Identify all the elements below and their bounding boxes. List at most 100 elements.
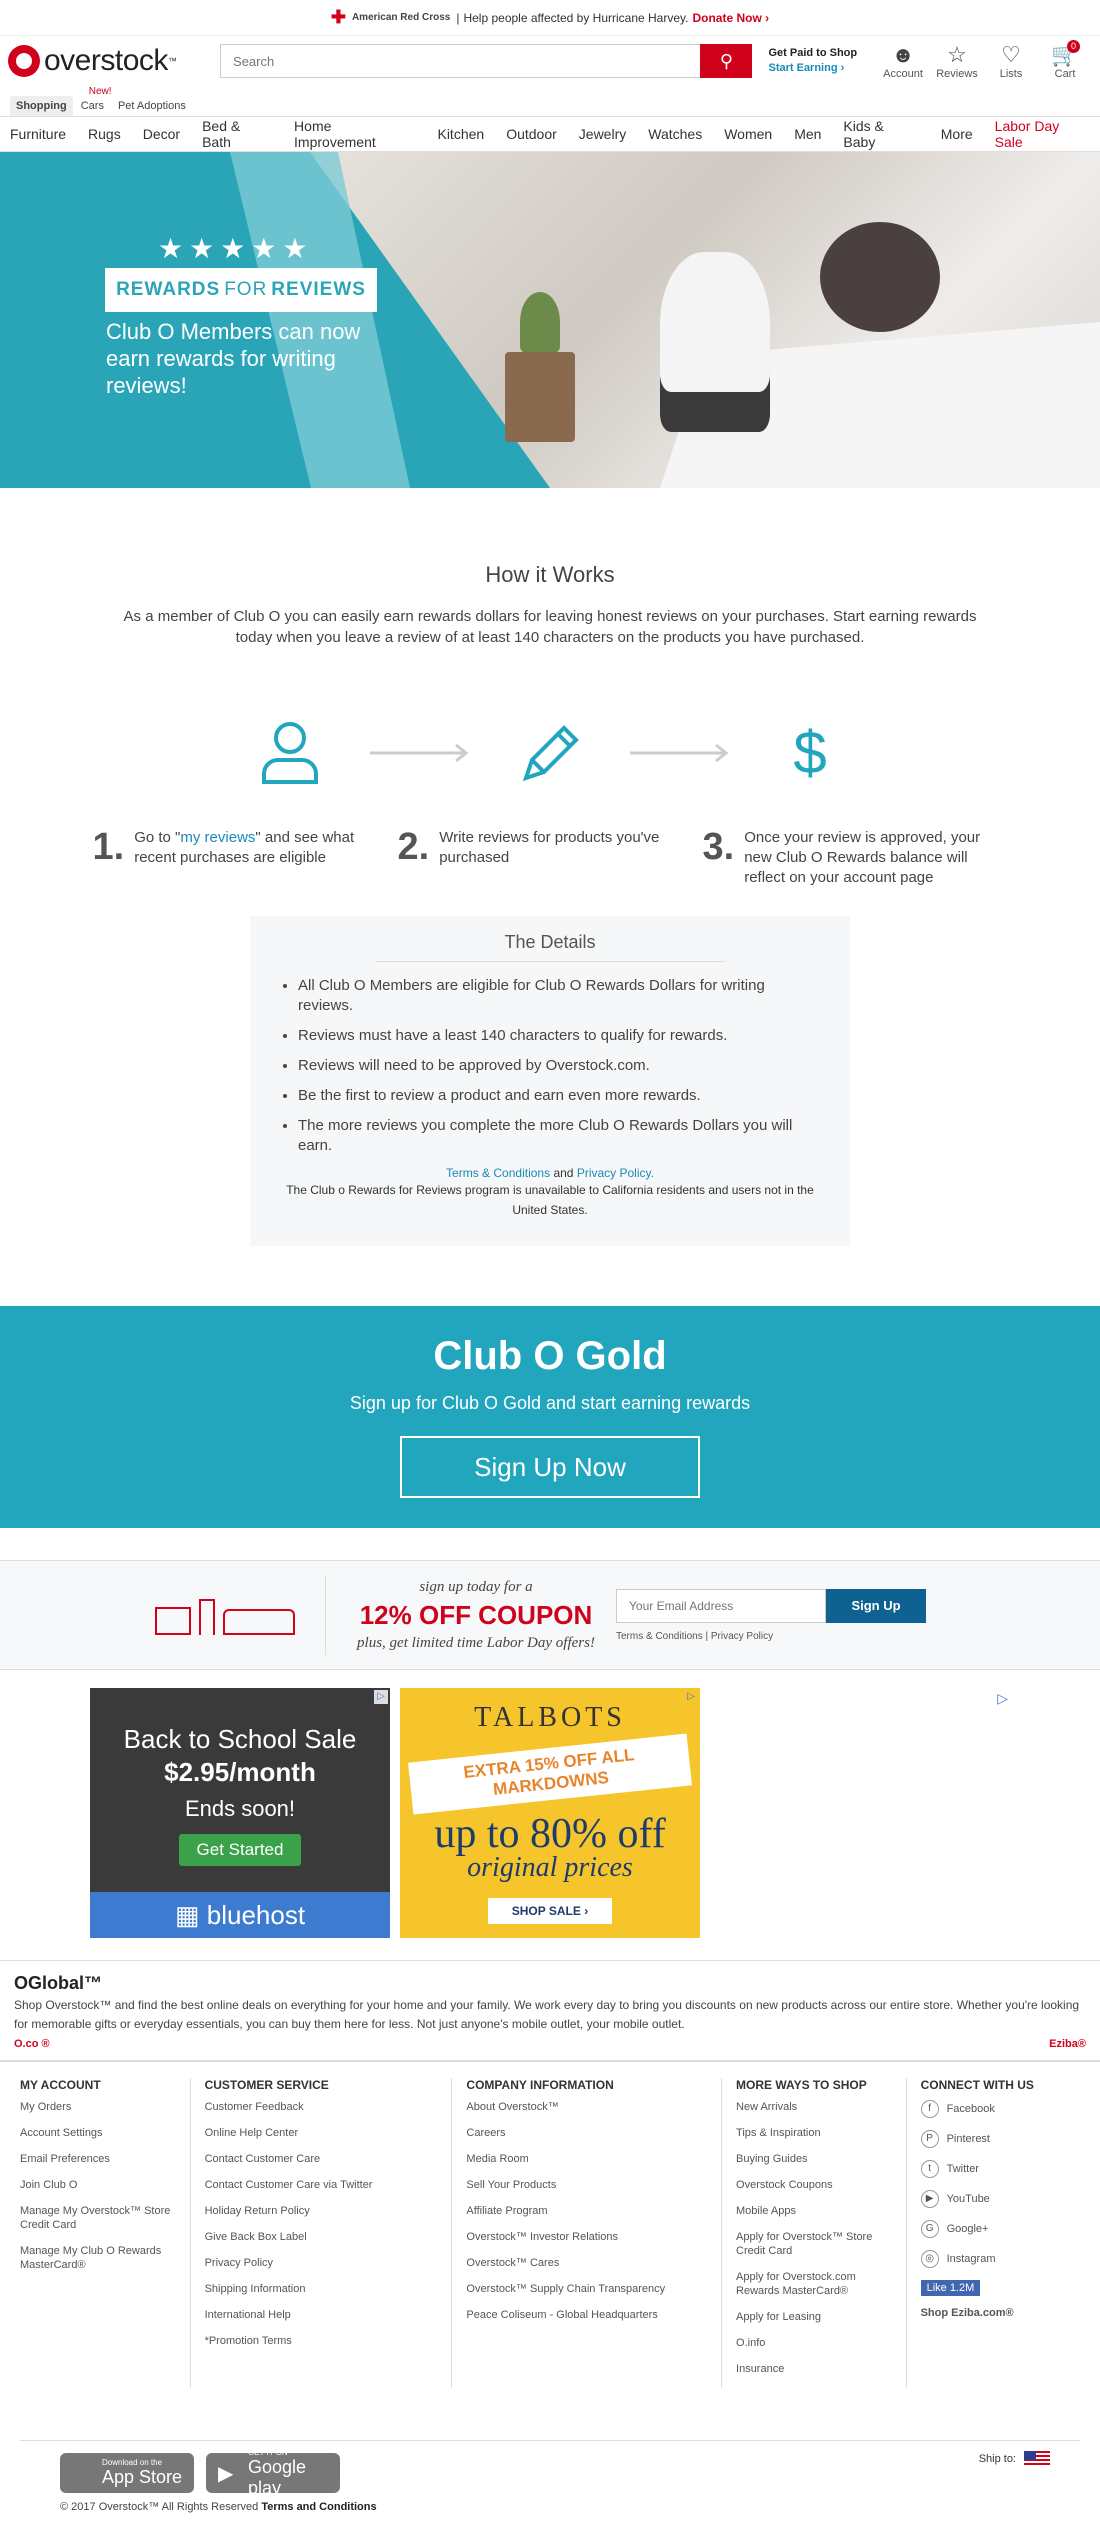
lists-button[interactable]: ♡ Lists [984,42,1038,80]
footer-link[interactable]: Apply for Leasing [736,2310,892,2324]
facebook-like-button[interactable]: Like 1.2M [920,2280,981,2296]
footer-link[interactable]: Holiday Return Policy [205,2204,438,2218]
footer-link[interactable]: Shipping Information [205,2282,438,2296]
nav-jewelry[interactable]: Jewelry [579,126,626,142]
nav-furniture[interactable]: Furniture [10,126,66,142]
oco-link[interactable]: O.co ® [14,2038,50,2050]
nav-bed-bath[interactable]: Bed & Bath [202,118,272,150]
youtube-link[interactable]: ▶ YouTube [920,2190,1052,2208]
nav-kitchen[interactable]: Kitchen [437,126,484,142]
footer-link[interactable]: Overstock™ Cares [466,2256,707,2270]
get-paid-promo[interactable]: Get Paid to Shop Start Earning › [768,46,868,76]
app-store-badge[interactable]: Download on the App Store [60,2453,194,2493]
eziba-link[interactable]: Eziba® [1049,2038,1086,2050]
nav-outdoor[interactable]: Outdoor [506,126,557,142]
footer-link[interactable]: Affiliate Program [466,2204,707,2218]
instagram-link[interactable]: ◎ Instagram [920,2250,1052,2268]
coupon-sign-up-button[interactable]: Sign Up [826,1588,926,1623]
adchoices-icon[interactable]: ▷ [684,1690,698,1704]
footer-link[interactable]: Online Help Center [205,2126,438,2140]
google-play-badge[interactable]: ▶ GET IT ON Google play [206,2448,340,2498]
nav-rugs[interactable]: Rugs [88,126,121,142]
twitter-link[interactable]: t Twitter [920,2160,1052,2178]
footer-link[interactable]: Manage My Club O Rewards MasterCard® [20,2244,176,2272]
footer-link[interactable]: Peace Coliseum - Global Headquarters [466,2308,707,2322]
facebook-link[interactable]: f Facebook [920,2100,1052,2118]
footer-link[interactable]: O.info [736,2336,892,2350]
footer-link[interactable]: Contact Customer Care [205,2152,438,2166]
footer-my-account: MY ACCOUNT My Orders Account Settings Em… [20,2078,191,2388]
new-badge: New! [88,86,112,97]
footer-link[interactable]: Give Back Box Label [205,2230,438,2244]
footer-link[interactable]: About Overstock™ [466,2100,707,2114]
my-reviews-link[interactable]: my reviews [180,829,255,846]
tab-cars[interactable]: New! Cars [75,86,112,116]
step-1: 1. Go to "my reviews" and see what recen… [92,826,355,868]
footer-link[interactable]: Email Preferences [20,2152,176,2166]
footer-link[interactable]: Sell Your Products [466,2178,707,2192]
nav-home-improvement[interactable]: Home Improvement [294,118,415,150]
get-started-button[interactable]: Get Started [178,1834,302,1866]
footer-link[interactable]: Media Room [466,2152,707,2166]
footer-link[interactable]: Overstock Coupons [736,2178,892,2192]
footer-link[interactable]: Apply for Overstock.com Rewards MasterCa… [736,2270,892,2298]
nav-decor[interactable]: Decor [143,126,180,142]
shop-sale-button[interactable]: SHOP SALE › [487,1898,613,1924]
nav-men[interactable]: Men [794,126,821,142]
nav-watches[interactable]: Watches [648,126,702,142]
details-note: The Club o Rewards for Reviews program i… [286,1183,814,1217]
sign-up-now-button[interactable]: Sign Up Now [400,1436,700,1498]
coupon-privacy-link[interactable]: Privacy Policy [711,1631,773,1642]
start-earning-link[interactable]: Start Earning › [768,62,844,74]
pinterest-link[interactable]: P Pinterest [920,2130,1052,2148]
footer-link[interactable]: Overstock™ Investor Relations [466,2230,707,2244]
googleplus-link[interactable]: G Google+ [920,2220,1052,2238]
terms-link[interactable]: Terms & Conditions [446,1166,550,1180]
footer-company-information: COMPANY INFORMATION About Overstock™ Car… [466,2078,723,2388]
get-paid-title: Get Paid to Shop [768,47,858,59]
adchoices-icon[interactable]: ▷ [997,1690,1008,1707]
shop-eziba-link[interactable]: Shop Eziba.com® [921,2306,1052,2320]
footer-link[interactable]: *Promotion Terms [205,2334,438,2348]
footer-link[interactable]: Overstock™ Supply Chain Transparency [466,2282,707,2296]
email-field[interactable] [616,1588,826,1623]
footer-link[interactable]: Apply for Overstock™ Store Credit Card [736,2230,892,2258]
tab-pet-adoptions[interactable]: Pet Adoptions [112,96,192,116]
ship-to-selector[interactable]: Ship to: [979,2451,1050,2467]
search-input[interactable] [220,44,701,78]
terms-and-conditions-link[interactable]: Terms and Conditions [261,2501,376,2513]
cart-button[interactable]: 🛒 0 Cart [1038,40,1092,80]
coupon-terms-link[interactable]: Terms & Conditions [616,1631,703,1642]
footer-link[interactable]: Careers [466,2126,707,2140]
footer-link[interactable]: My Orders [20,2100,176,2114]
footer-link[interactable]: Join Club O [20,2178,176,2192]
talbots-ad[interactable]: ▷ TALBOTS EXTRA 15% OFF ALL MARKDOWNS up… [400,1688,700,1938]
nav-kids-baby[interactable]: Kids & Baby [843,118,918,150]
logo-text: overstock [44,44,168,77]
footer-link[interactable]: Manage My Overstock™ Store Credit Card [20,2204,176,2232]
bluehost-ad[interactable]: ▷ Back to School Sale $2.95/month Ends s… [90,1688,390,1938]
footer-link[interactable]: Customer Feedback [205,2100,438,2114]
footer-link[interactable]: Mobile Apps [736,2204,892,2218]
adchoices-icon[interactable]: ▷ [374,1690,388,1704]
reviews-button[interactable]: ☆ Reviews [930,42,984,80]
footer-link[interactable]: Tips & Inspiration [736,2126,892,2140]
footer-link[interactable]: Insurance [736,2362,892,2376]
footer-link[interactable]: Buying Guides [736,2152,892,2166]
account-button[interactable]: ☻ Account [876,42,930,80]
footer-link[interactable]: International Help [205,2308,438,2322]
cart-icon: 🛒 [1051,42,1079,67]
footer-link[interactable]: New Arrivals [736,2100,892,2114]
overstock-logo[interactable]: overstock ™ [8,44,212,78]
nav-women[interactable]: Women [724,126,772,142]
tab-shopping[interactable]: Shopping [10,96,73,116]
donate-link[interactable]: Donate Now › [692,11,769,25]
footer-link[interactable]: Contact Customer Care via Twitter [205,2178,438,2192]
search-button[interactable]: ⚲ [700,44,753,78]
nav-more[interactable]: More [941,126,973,142]
footer-link[interactable]: Privacy Policy [205,2256,438,2270]
footer-link[interactable]: Account Settings [20,2126,176,2140]
side-table-image [505,352,575,442]
nav-labor-day-sale[interactable]: Labor Day Sale [995,118,1090,150]
privacy-link[interactable]: Privacy Policy. [577,1166,654,1180]
